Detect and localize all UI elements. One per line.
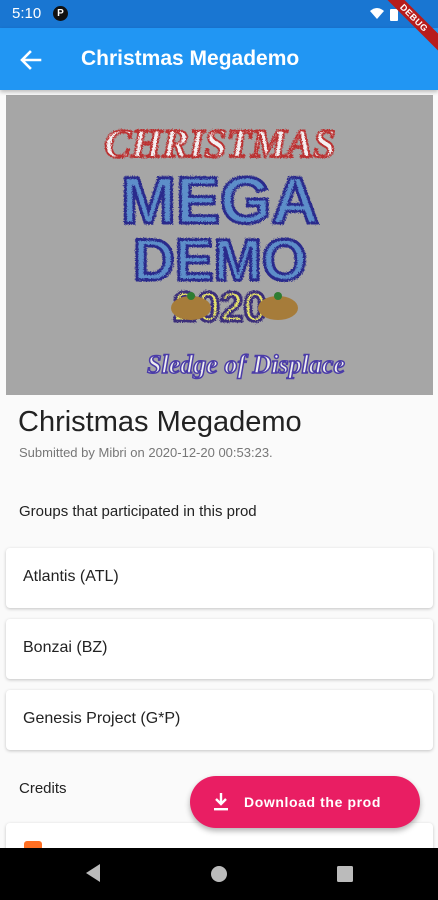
group-card-genesis-project[interactable]: Genesis Project (G*P) (6, 690, 433, 750)
groups-heading: Groups that participated in this prod (19, 503, 257, 520)
nav-home-icon[interactable] (210, 865, 228, 883)
holly-right (274, 292, 282, 300)
holly-left (187, 292, 195, 300)
download-icon (214, 793, 228, 811)
submitted-info: Submitted by Mibri on 2020-12-20 00:53:2… (19, 445, 273, 460)
credits-heading: Credits (19, 780, 67, 797)
notification-icon: P (53, 6, 68, 21)
page-title: Christmas Megademo (81, 47, 300, 70)
status-time: 5:10 (12, 5, 42, 22)
logo-line-1: CHRISTMAS (104, 121, 335, 166)
logo-signature: Sledge of Displace (147, 350, 345, 379)
credit-avatar-icon (24, 841, 42, 848)
cover-artwork: CHRISTMAS MEGA DEMO 2020 Sledge of Displ… (103, 120, 345, 380)
group-card-atlantis[interactable]: Atlantis (ATL) (6, 548, 433, 608)
nav-back-icon[interactable] (83, 862, 103, 884)
download-prod-button[interactable]: Download the prod (190, 776, 420, 828)
debug-banner-label: DEBUG (374, 0, 438, 58)
group-label: Atlantis (ATL) (23, 568, 119, 585)
prod-title: Christmas Megademo (18, 406, 302, 438)
download-prod-label: Download the prod (244, 794, 381, 810)
group-label: Bonzai (BZ) (23, 639, 108, 656)
logo-line-2: MEGA (121, 163, 319, 237)
system-navigation-bar (0, 848, 438, 900)
back-arrow-icon[interactable] (14, 43, 48, 77)
group-label: Genesis Project (G*P) (23, 710, 181, 727)
prod-detail-scroll[interactable]: CHRISTMAS MEGA DEMO 2020 Sledge of Displ… (0, 90, 438, 848)
prod-cover-image: CHRISTMAS MEGA DEMO 2020 Sledge of Displ… (6, 95, 433, 395)
group-card-bonzai[interactable]: Bonzai (BZ) (6, 619, 433, 679)
nav-recents-icon[interactable] (337, 866, 353, 882)
debug-banner: DEBUG (368, 0, 438, 70)
